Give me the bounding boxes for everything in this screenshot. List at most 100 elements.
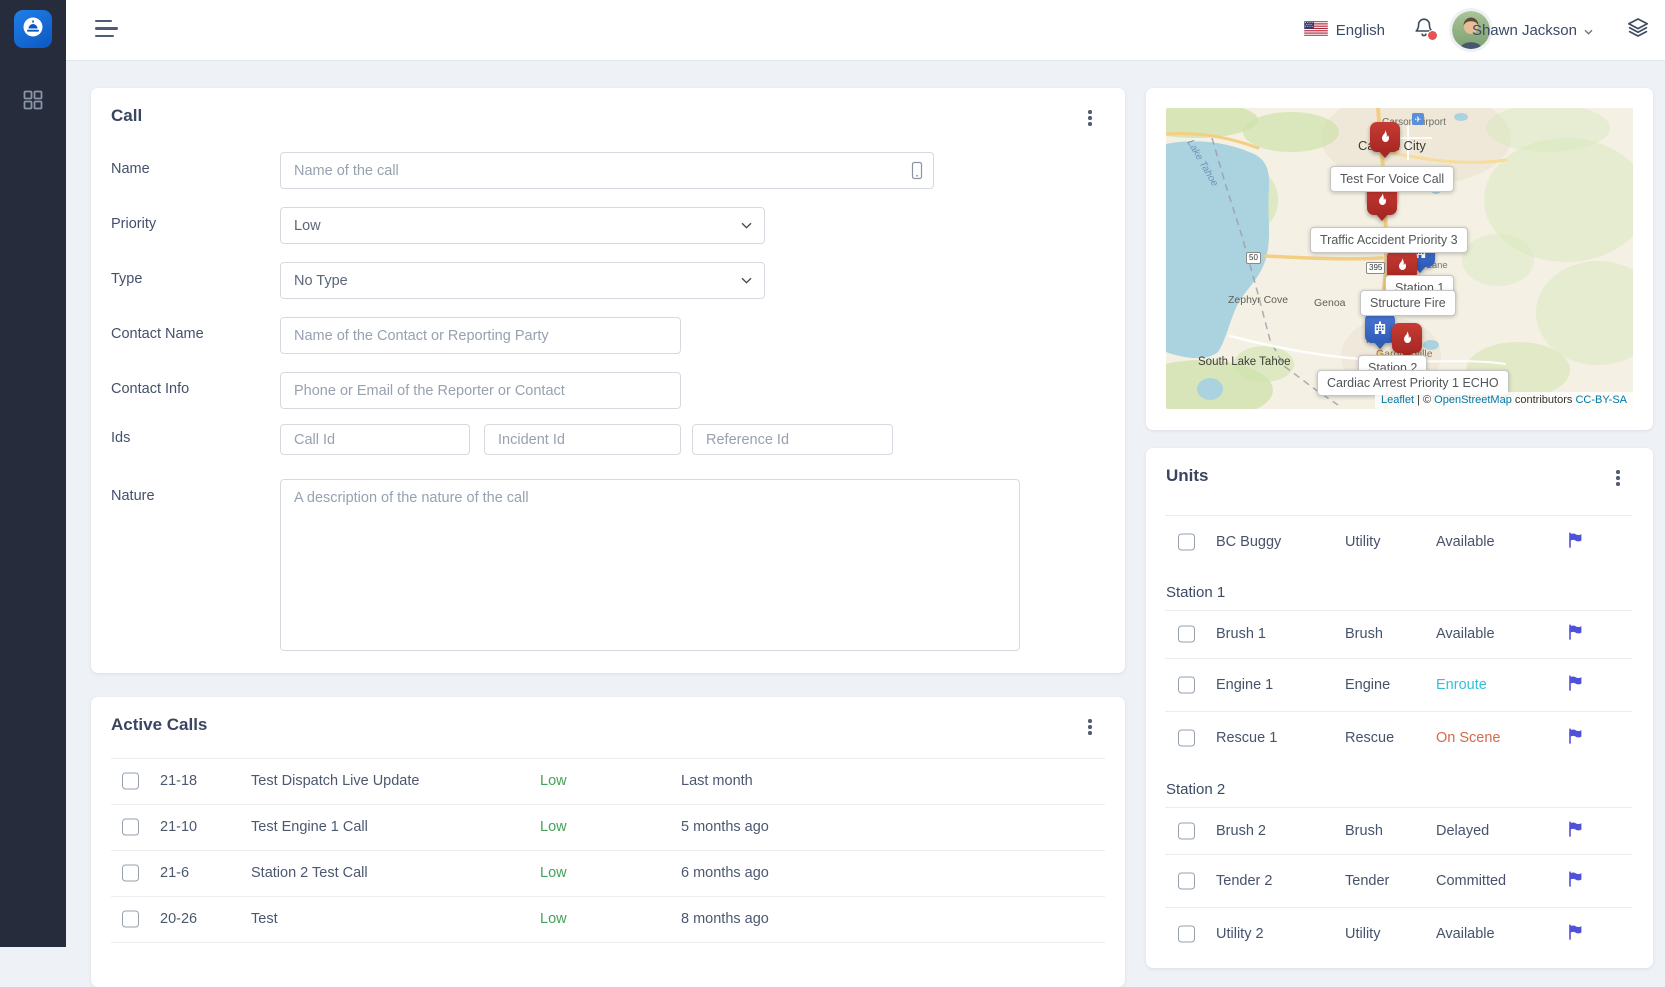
flag-icon[interactable] xyxy=(1567,924,1583,944)
route-395-shield: 395 xyxy=(1366,262,1385,274)
active-call-row[interactable]: 20-26 Test Low 8 months ago xyxy=(111,896,1105,943)
call-card-options-icon[interactable] xyxy=(1081,108,1099,130)
fire-call-marker[interactable] xyxy=(1370,122,1400,152)
map-label-zephyr-cove: Zephyr Cove xyxy=(1228,294,1288,306)
osm-link[interactable]: OpenStreetMap xyxy=(1434,394,1512,406)
unit-row[interactable]: Utility 2 Utility Available xyxy=(1165,907,1632,960)
attribution-divider: | xyxy=(1417,394,1420,406)
row-checkbox[interactable] xyxy=(122,911,139,928)
call-priority: Low xyxy=(540,865,567,881)
call-number: 21-18 xyxy=(160,773,197,789)
unit-row[interactable]: Rescue 1 Rescue On Scene xyxy=(1165,711,1632,764)
unit-row[interactable]: BC Buggy Utility Available xyxy=(1165,515,1632,568)
menu-toggle-button[interactable] xyxy=(95,20,119,40)
units-options-icon[interactable] xyxy=(1609,468,1627,490)
unit-checkbox[interactable] xyxy=(1178,626,1195,643)
unit-checkbox[interactable] xyxy=(1178,729,1195,746)
language-label: English xyxy=(1336,22,1385,39)
unit-type: Brush xyxy=(1345,823,1383,839)
active-call-row[interactable]: 21-6 Station 2 Test Call Low 6 months ag… xyxy=(111,850,1105,897)
call-number: 20-26 xyxy=(160,911,197,927)
call-number: 21-6 xyxy=(160,865,189,881)
unit-checkbox[interactable] xyxy=(1178,676,1195,693)
call-name: Test xyxy=(251,911,278,927)
unit-status: Committed xyxy=(1436,873,1506,889)
flag-icon[interactable] xyxy=(1567,821,1583,841)
unit-name: Rescue 1 xyxy=(1216,730,1277,746)
leaflet-link[interactable]: Leaflet xyxy=(1381,394,1414,406)
active-call-row[interactable]: 21-18 Test Dispatch Live Update Low Last… xyxy=(111,758,1105,805)
unit-name: Utility 2 xyxy=(1216,926,1264,942)
call-name: Station 2 Test Call xyxy=(251,865,368,881)
aside-toggle-button[interactable] xyxy=(1624,0,1652,60)
nature-textarea[interactable] xyxy=(280,479,1020,651)
fire-call-marker[interactable] xyxy=(1392,323,1422,353)
station-map-marker[interactable] xyxy=(1365,313,1395,343)
contact-info-input[interactable] xyxy=(280,372,681,409)
unit-checkbox[interactable] xyxy=(1178,872,1195,889)
user-menu[interactable]: Shawn Jackson xyxy=(1472,0,1593,60)
row-checkbox[interactable] xyxy=(122,773,139,790)
reference-id-input[interactable] xyxy=(692,424,893,455)
bell-icon xyxy=(1412,16,1436,45)
unit-checkbox[interactable] xyxy=(1178,822,1195,839)
map-tooltip: Structure Fire xyxy=(1360,290,1456,316)
unit-status: Delayed xyxy=(1436,823,1489,839)
app-logo[interactable] xyxy=(14,10,52,48)
unit-status: On Scene xyxy=(1436,730,1501,746)
unit-checkbox[interactable] xyxy=(1178,925,1195,942)
station-group-header: Station 2 xyxy=(1165,764,1632,808)
nature-label: Nature xyxy=(111,488,155,504)
unit-type: Engine xyxy=(1345,677,1390,693)
active-calls-title: Active Calls xyxy=(111,715,207,735)
name-label: Name xyxy=(111,161,150,177)
flag-icon[interactable] xyxy=(1567,728,1583,748)
priority-value: Low xyxy=(294,218,321,234)
notifications-button[interactable] xyxy=(1409,0,1439,60)
unit-row[interactable]: Tender 2 Tender Committed xyxy=(1165,854,1632,908)
active-calls-options-icon[interactable] xyxy=(1081,717,1099,739)
map-card: Carson City Carson Airport ✈ Lake Tahoe … xyxy=(1146,88,1653,430)
chevron-down-icon xyxy=(741,277,752,284)
contact-info-label: Contact Info xyxy=(111,381,189,397)
incident-id-input[interactable] xyxy=(484,424,681,455)
flag-icon[interactable] xyxy=(1567,532,1583,552)
unit-row[interactable]: Brush 1 Brush Available xyxy=(1165,610,1632,659)
unit-name: BC Buggy xyxy=(1216,534,1281,550)
unit-checkbox[interactable] xyxy=(1178,533,1195,550)
flag-icon[interactable] xyxy=(1567,624,1583,644)
call-time: 6 months ago xyxy=(681,865,769,881)
active-call-row[interactable]: 21-10 Test Engine 1 Call Low 5 months ag… xyxy=(111,804,1105,851)
call-time: 8 months ago xyxy=(681,911,769,927)
attribution-suffix: contributors xyxy=(1515,394,1572,406)
unit-status: Available xyxy=(1436,926,1495,942)
top-navbar: English xyxy=(66,0,1665,61)
row-checkbox[interactable] xyxy=(122,865,139,882)
flag-icon[interactable] xyxy=(1567,675,1583,695)
map-label-genoa: Genoa xyxy=(1314,297,1346,309)
row-checkbox[interactable] xyxy=(122,819,139,836)
call-card-title: Call xyxy=(111,106,142,126)
map-label-south-lake-tahoe: South Lake Tahoe xyxy=(1198,356,1291,368)
flag-icon[interactable] xyxy=(1567,871,1583,891)
map-attribution: Leaflet | © OpenStreetMap contributors C… xyxy=(1375,392,1633,409)
call-time: Last month xyxy=(681,773,753,789)
priority-select[interactable]: Low xyxy=(280,207,765,244)
unit-row[interactable]: Engine 1 Engine Enroute xyxy=(1165,658,1632,712)
unit-status: Available xyxy=(1436,534,1495,550)
flame-icon xyxy=(1394,257,1410,273)
apps-grid-icon xyxy=(23,97,43,114)
contact-name-input[interactable] xyxy=(280,317,681,354)
unit-type: Brush xyxy=(1345,626,1383,642)
type-select[interactable]: No Type xyxy=(280,262,765,299)
call-number: 21-10 xyxy=(160,819,197,835)
call-id-input[interactable] xyxy=(280,424,470,455)
dispatch-app: English xyxy=(0,0,1665,947)
call-name-input[interactable] xyxy=(280,152,934,189)
dispatch-map[interactable]: Carson City Carson Airport ✈ Lake Tahoe … xyxy=(1166,108,1633,409)
sidebar-item-dashboard[interactable] xyxy=(23,90,43,110)
language-selector[interactable]: English xyxy=(1304,0,1385,60)
license-link[interactable]: CC-BY-SA xyxy=(1575,394,1627,406)
unit-type: Tender xyxy=(1345,873,1389,889)
unit-row[interactable]: Brush 2 Brush Delayed xyxy=(1165,807,1632,855)
